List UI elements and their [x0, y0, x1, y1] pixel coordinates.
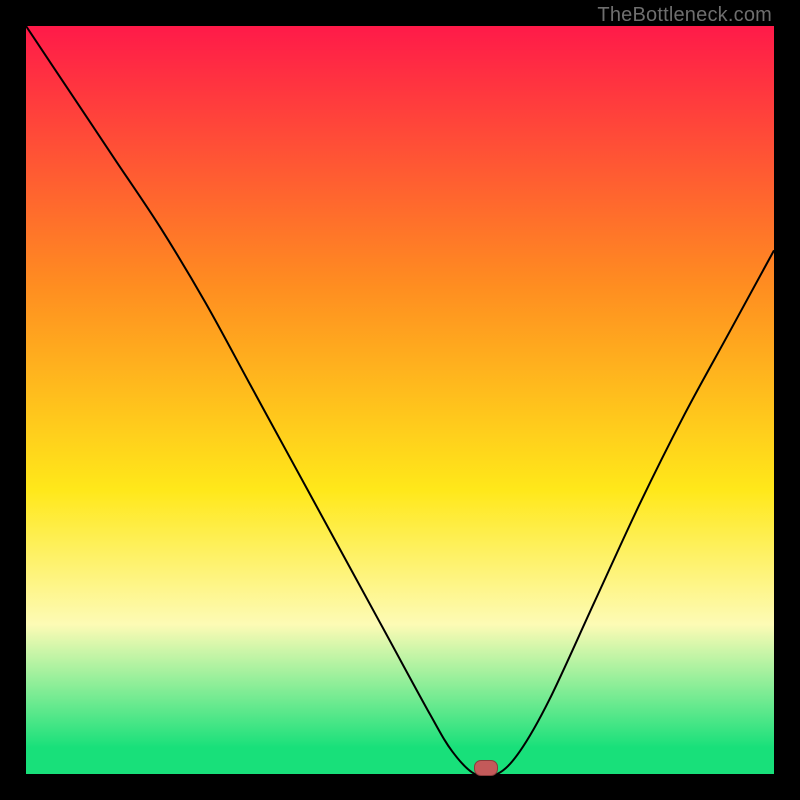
bottleneck-curve [26, 26, 774, 774]
attribution-text: TheBottleneck.com [597, 4, 772, 27]
chart-frame: { "attribution": "TheBottleneck.com", "c… [0, 0, 800, 800]
plot-area [26, 26, 774, 774]
optimal-point-marker [474, 760, 498, 776]
